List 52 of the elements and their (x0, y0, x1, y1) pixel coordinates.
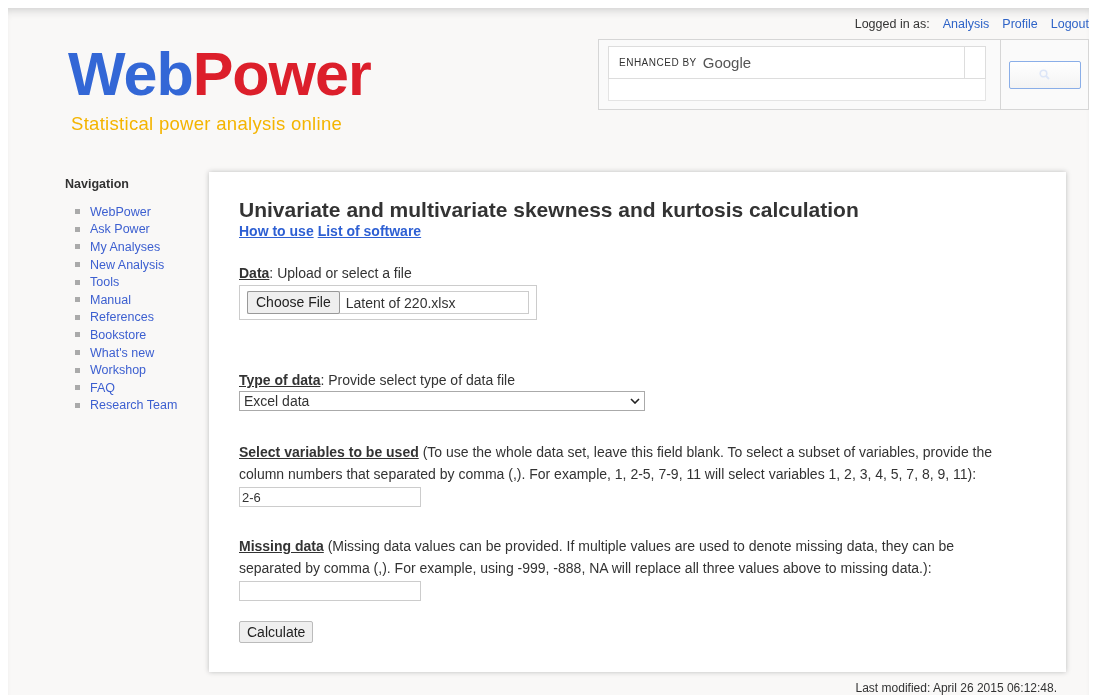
nav-link[interactable]: My Analyses (90, 240, 161, 254)
page-title: Univariate and multivariate skewness and kurtosis calculation (239, 197, 860, 223)
choose-file-button[interactable]: Choose File (247, 290, 340, 314)
field-label: Data: Upload or select a file (239, 264, 413, 283)
field-label: Select variables to be used (To use the whole data set, leave this field blank. To select a subset of variables, provide the column numbers that separated by comma (,). For example, 1, 2-5, 7-9, 11 will select variables 1, 2, 3, 4, 5, 7, 8, 9, 11): (239, 443, 994, 484)
tagline: Statistical power analysis online (71, 113, 344, 135)
search-button[interactable] (1008, 60, 1081, 89)
login-label: Logged in as: (854, 17, 930, 33)
user-link[interactable]: Logout (1050, 17, 1089, 33)
nav-link[interactable]: FAQ (90, 380, 115, 395)
search-icon (1039, 69, 1050, 80)
enhanced-by-label: ENHANCED BY (619, 57, 697, 68)
bullet-icon (75, 244, 80, 250)
nav-link[interactable]: Bookstore (90, 327, 147, 342)
bullet-icon (75, 226, 80, 232)
bullet-icon (75, 350, 80, 356)
nav-link[interactable]: Research Team (90, 398, 178, 413)
nav-link[interactable]: New Analysis (90, 257, 165, 272)
navigation-heading: Navigation (65, 177, 130, 191)
nav-link[interactable]: What's new (90, 345, 155, 360)
chevron-down-icon (630, 398, 640, 404)
bullet-icon (75, 279, 80, 285)
nav-link[interactable]: Tools (90, 275, 120, 290)
field-label: Missing data (Missing data values can be provided. If multiple values are used to denote missing data, they can be separated by comma (,). For example, using -999, -888, NA will replace all three values above to missing data.): (239, 537, 956, 578)
search-field[interactable]: ENHANCED BY Google (608, 46, 986, 79)
bullet-icon (75, 297, 80, 303)
field-label: Type of data: Provide select type of data file (239, 371, 516, 390)
data-type-dropdown[interactable]: Excel data (239, 391, 645, 411)
bullet-icon (75, 367, 80, 373)
nav-link[interactable]: Ask Power (90, 222, 150, 237)
site-logo[interactable]: WebPower (68, 44, 371, 105)
bullet-icon (75, 402, 80, 408)
bullet-icon (75, 314, 80, 320)
nav-link[interactable]: Manual (90, 292, 131, 307)
user-link[interactable]: Analysis (942, 17, 990, 33)
calculate-button[interactable]: Calculate (239, 621, 314, 643)
last-modified-text: Last modified: April 26 2015 06:12:48. (855, 681, 1057, 695)
input-field[interactable]: 2-6 (239, 487, 421, 507)
bullet-icon (75, 332, 80, 338)
nav-link[interactable]: Workshop (90, 363, 147, 378)
file-input[interactable]: Choose File Latent of 220.xlsx (247, 291, 529, 314)
nav-link[interactable]: References (90, 310, 154, 325)
help-link[interactable]: List of software (317, 223, 422, 239)
bullet-icon (75, 262, 80, 268)
provider-label: Google (702, 54, 752, 71)
bullet-icon (75, 385, 80, 391)
file-name: Latent of 220.xlsx (344, 294, 456, 311)
user-link[interactable]: Profile (1002, 17, 1038, 33)
nav-link[interactable]: WebPower (90, 204, 151, 219)
input-field[interactable] (239, 581, 421, 601)
help-link[interactable]: How to use (239, 223, 314, 239)
bullet-icon (75, 209, 80, 215)
